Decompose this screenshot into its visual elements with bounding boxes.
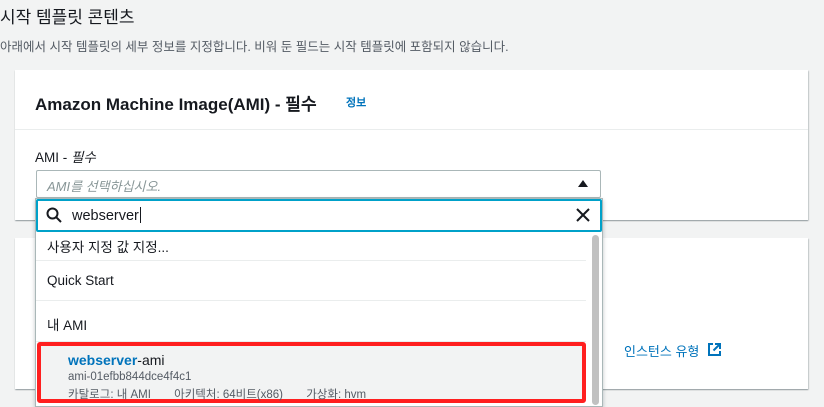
option-custom-value[interactable]: 사용자 지정 값 지정... <box>36 232 586 261</box>
ami-dropdown: webserver 사용자 지정 값 지정... Quick Start 내 A… <box>35 198 603 407</box>
dropdown-scrollbar-thumb[interactable] <box>592 235 599 405</box>
ami-name-match: webserver <box>68 352 138 368</box>
option-group-quick-start[interactable]: Quick Start <box>36 261 586 301</box>
search-value-text: webserver <box>72 208 139 224</box>
search-value: webserver <box>72 207 141 224</box>
ami-select-placeholder: AMI를 선택하십시오. <box>47 179 162 194</box>
ami-field-label: AMI - 필수 <box>35 146 96 166</box>
ami-field-label-text: AMI - <box>35 150 71 165</box>
ami-tag-architecture: 아키텍처: 64비트(x86) <box>174 389 284 401</box>
instance-type-link[interactable]: 인스턴스 유형 <box>624 341 699 360</box>
ami-option-tags: 카탈로그: 내 AMI 아키텍처: 64비트(x86) 가상화: hvm <box>68 386 386 402</box>
ami-option-id: ami-01efbb844dce4f4c1 <box>68 371 192 383</box>
search-icon <box>46 207 62 223</box>
option-label: 내 AMI <box>47 318 88 333</box>
info-link[interactable]: 정보 <box>346 94 366 110</box>
ami-tag-virtualization: 가상화: hvm <box>306 389 367 401</box>
ami-option-name: webserver-ami <box>68 352 165 368</box>
ami-tag-catalog: 카탈로그: 내 AMI <box>68 389 151 401</box>
option-label: Quick Start <box>47 273 114 288</box>
ami-field-required: 필수 <box>71 150 96 165</box>
option-label: 사용자 지정 값 지정... <box>47 240 169 255</box>
ami-option-webserver[interactable]: webserver-ami ami-01efbb844dce4f4c1 카탈로그… <box>37 342 586 403</box>
section-title: 시작 템플릿 콘텐츠 <box>0 8 135 27</box>
caret-up-icon <box>578 180 588 187</box>
ami-search-input[interactable]: webserver <box>36 199 602 232</box>
text-cursor <box>139 207 141 223</box>
ami-panel-title: Amazon Machine Image(AMI) - 필수 <box>35 95 317 114</box>
ami-name-rest: -ami <box>137 352 165 368</box>
option-group-my-ami[interactable]: 내 AMI <box>36 301 586 342</box>
section-description: 아래에서 시작 템플릿의 세부 정보를 지정합니다. 비워 둔 필드는 시작 템… <box>0 40 509 54</box>
clear-icon[interactable] <box>575 207 591 223</box>
external-link-icon[interactable] <box>707 342 722 357</box>
ami-select[interactable]: AMI를 선택하십시오. <box>36 170 601 198</box>
ami-panel-header: Amazon Machine Image(AMI) - 필수 정보 <box>15 70 808 130</box>
